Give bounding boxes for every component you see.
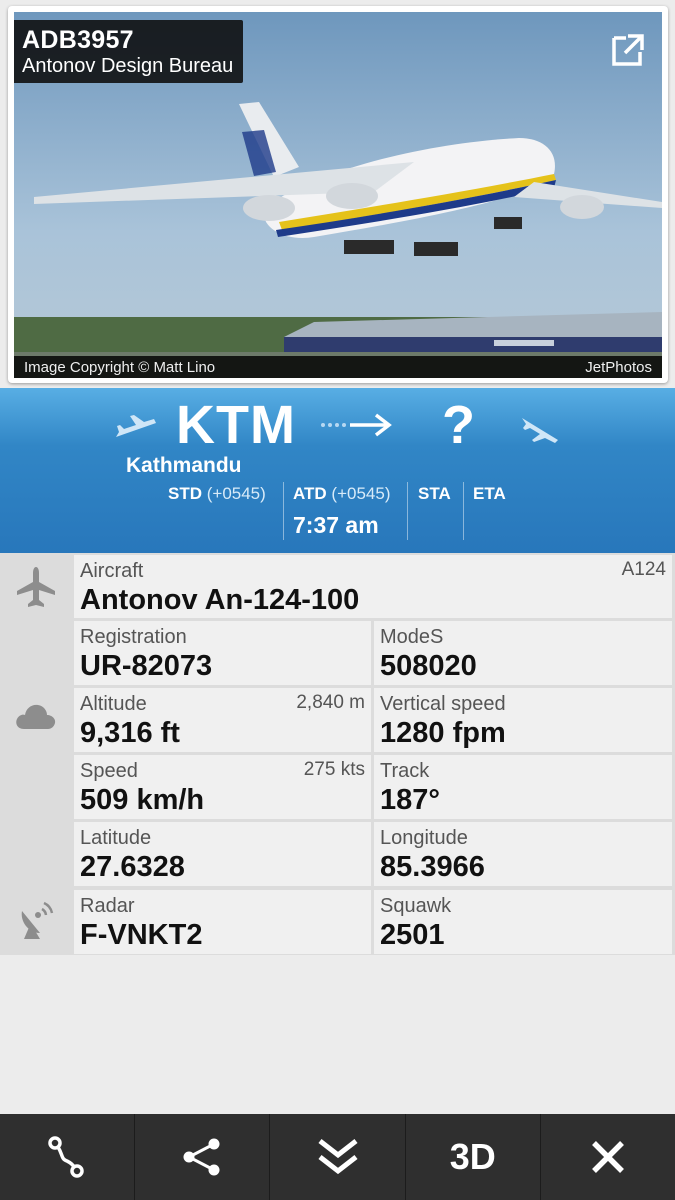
aircraft-icon [17, 567, 55, 607]
aircraft-photo-card[interactable]: ADB3957 Antonov Design Bureau Image Copy… [8, 6, 668, 383]
squawk-cell: Squawk 2501 [374, 890, 672, 954]
sta-label: STA [418, 484, 451, 503]
destination-airport-code[interactable]: ? [442, 394, 475, 456]
vertical-speed-cell: Vertical speed 1280 fpm [374, 688, 672, 752]
collapse-button[interactable] [270, 1114, 406, 1200]
divider [283, 482, 284, 540]
modes-cell: ModeS 508020 [374, 621, 672, 685]
origin-city-name: Kathmandu [126, 454, 242, 477]
latitude-value: 27.6328 [80, 851, 185, 883]
vertical-speed-value: 1280 fpm [380, 717, 506, 749]
arrival-plane-icon [522, 418, 558, 443]
registration-value: UR-82073 [80, 650, 213, 682]
double-chevron-down-icon [317, 1139, 358, 1175]
aircraft-photo[interactable]: ADB3957 Antonov Design Bureau Image Copy… [14, 12, 662, 378]
altitude-metric: 2,840 m [296, 692, 365, 713]
altitude-cell: Altitude 9,316 ft 2,840 m [74, 688, 371, 752]
aircraft-value: Antonov An-124-100 [80, 584, 360, 616]
3d-view-button[interactable]: 3D [406, 1114, 541, 1200]
track-cell: Track 187° [374, 755, 672, 819]
squawk-value: 2501 [380, 919, 445, 951]
speed-value: 509 km/h [80, 784, 205, 816]
divider [463, 482, 464, 540]
departure-plane-icon [116, 415, 156, 437]
squawk-label: Squawk [380, 895, 452, 917]
radar-dish-icon [21, 901, 54, 939]
photo-credit-bar: Image Copyright © Matt Lino JetPhotos [14, 356, 662, 378]
aircraft-code: A124 [621, 559, 666, 580]
atd-label-group: ATD (+0545) [293, 484, 391, 504]
share-icon [183, 1138, 220, 1176]
std-timezone: (+0545) [206, 484, 266, 503]
track-value: 187° [380, 784, 440, 816]
longitude-label: Longitude [380, 827, 468, 849]
atd-time: 7:37 am [293, 512, 379, 538]
divider [407, 482, 408, 540]
airline-name: Antonov Design Bureau [22, 55, 234, 77]
longitude-value: 85.3966 [380, 851, 485, 883]
route-button[interactable] [0, 1114, 136, 1200]
modes-label: ModeS [380, 626, 444, 648]
radar-value: F-VNKT2 [80, 919, 203, 951]
registration-cell: Registration UR-82073 [74, 621, 371, 685]
longitude-cell: Longitude 85.3966 [374, 822, 672, 886]
share-button[interactable] [135, 1114, 271, 1200]
latitude-label: Latitude [80, 827, 152, 849]
vertical-speed-label: Vertical speed [380, 693, 506, 715]
latitude-cell: Latitude 27.6328 [74, 822, 371, 886]
eta-label: ETA [473, 484, 506, 503]
modes-value: 508020 [380, 650, 477, 682]
route-header[interactable]: KTM ? Kathmandu STD (+0545) ATD (+0545) … [0, 388, 675, 553]
route-icon [48, 1136, 84, 1178]
altitude-value: 9,316 ft [80, 717, 180, 749]
speed-knots: 275 kts [303, 759, 365, 780]
flight-details-panel: Aircraft Antonov An-124-100 A124 Registr… [0, 553, 675, 955]
atd-label: ATD [293, 484, 327, 503]
photo-source[interactable]: JetPhotos [585, 359, 652, 376]
atd-timezone: (+0545) [331, 484, 391, 503]
aircraft-type-cell[interactable]: Aircraft Antonov An-124-100 A124 [74, 555, 672, 618]
route-arrow-icon [321, 413, 392, 437]
close-button[interactable] [541, 1114, 675, 1200]
registration-label: Registration [80, 626, 187, 648]
cloud-icon [16, 704, 56, 729]
speed-cell: Speed 509 km/h 275 kts [74, 755, 371, 819]
std-label-group: STD (+0545) [168, 484, 266, 504]
radar-cell: Radar F-VNKT2 [74, 890, 371, 954]
close-icon [591, 1141, 624, 1173]
open-external-icon[interactable] [608, 30, 648, 70]
radar-label: Radar [80, 895, 135, 917]
callsign: ADB3957 [22, 26, 134, 54]
callsign-badge: ADB3957 Antonov Design Bureau [14, 20, 244, 83]
origin-airport-code[interactable]: KTM [176, 394, 296, 456]
bottom-toolbar: 3D [0, 1114, 675, 1200]
aircraft-label: Aircraft [80, 560, 144, 582]
track-label: Track [380, 760, 430, 782]
std-label: STD [168, 484, 202, 503]
photo-copyright: Image Copyright © Matt Lino [24, 358, 216, 376]
